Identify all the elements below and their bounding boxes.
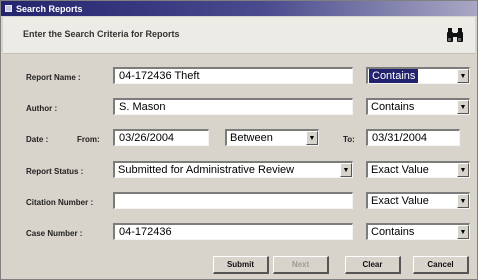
cancel-button[interactable]: Cancel [413,256,469,274]
report-name-label: Report Name : [26,73,81,82]
window-title: Search Reports [16,3,83,14]
case-number-operator-value: Contains [371,226,415,238]
chevron-down-icon[interactable]: ▼ [457,100,469,114]
report-status-label: Report Status : [26,167,84,176]
binoculars-icon [447,28,463,42]
chevron-down-icon[interactable]: ▼ [457,69,469,83]
chevron-down-icon[interactable]: ▼ [340,163,352,177]
author-operator-select[interactable]: Contains ▼ [366,98,470,115]
report-status-select[interactable]: Submitted for Administrative Review ▼ [113,161,353,178]
submit-button[interactable]: Submit [213,256,269,274]
report-name-operator-select[interactable]: Contains ▼ [366,67,470,84]
date-to-label: To: [343,135,355,144]
case-number-input[interactable]: 04-172436 [113,223,353,240]
chevron-down-icon[interactable]: ▼ [457,225,469,239]
date-operator-value: Between [230,132,273,144]
report-status-operator-value: Exact Value [371,164,429,176]
date-label: Date : [26,135,49,144]
citation-number-operator-value: Exact Value [371,195,429,207]
citation-number-operator-select[interactable]: Exact Value ▼ [366,192,470,209]
case-number-label: Case Number : [26,229,83,238]
title-bar[interactable]: Search Reports [1,1,477,16]
author-label: Author : [26,104,58,113]
chevron-down-icon[interactable]: ▼ [306,131,318,145]
citation-number-label: Citation Number : [26,198,94,207]
citation-number-input[interactable] [113,192,353,209]
next-button[interactable]: Next [273,256,329,274]
clear-button[interactable]: Clear [345,256,401,274]
app-icon [5,5,12,12]
report-status-value: Submitted for Administrative Review [118,164,295,176]
report-name-input[interactable]: 04-172436 Theft [113,67,353,84]
case-number-operator-select[interactable]: Contains ▼ [366,223,470,240]
author-input[interactable]: S. Mason [113,98,353,115]
search-instruction: Enter the Search Criteria for Reports [23,29,180,39]
chevron-down-icon[interactable]: ▼ [457,194,469,208]
author-operator-value: Contains [371,101,415,113]
report-status-operator-select[interactable]: Exact Value ▼ [366,161,470,178]
chevron-down-icon[interactable]: ▼ [457,163,469,177]
header-panel: Enter the Search Criteria for Reports [3,17,475,54]
search-reports-window: Search Reports Enter the Search Criteria… [0,0,478,280]
date-from-label: From: [77,135,100,144]
date-operator-select[interactable]: Between ▼ [225,129,319,146]
date-to-input[interactable]: 03/31/2004 [366,129,460,146]
date-from-input[interactable]: 03/26/2004 [113,129,209,146]
report-name-operator-value: Contains [369,69,419,83]
